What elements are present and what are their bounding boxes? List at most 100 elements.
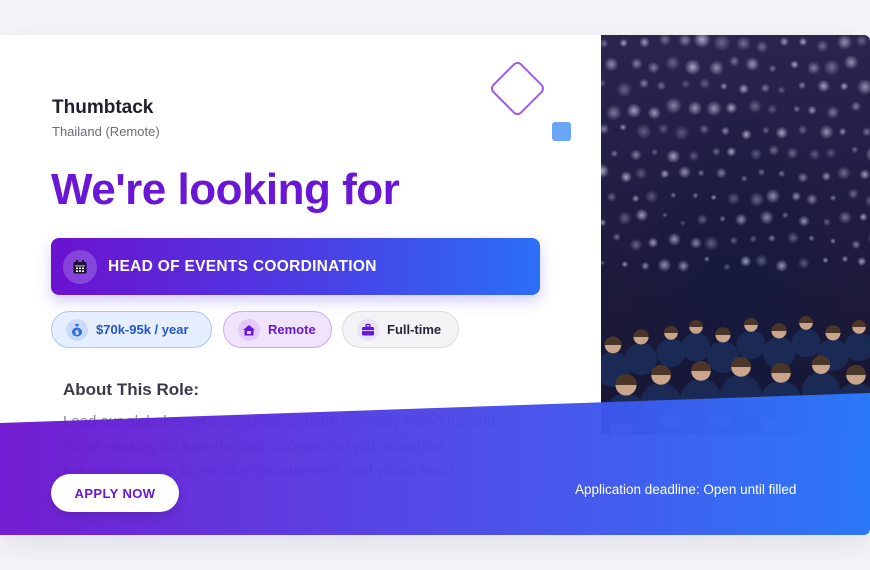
bokeh-light (692, 192, 699, 199)
bokeh-light (612, 232, 621, 242)
bokeh-light (838, 127, 847, 136)
bokeh-light (777, 85, 786, 95)
bokeh-light (638, 78, 650, 89)
bokeh-light (719, 215, 726, 223)
bokeh-light (768, 144, 780, 156)
bokeh-light (689, 236, 703, 250)
bokeh-light (798, 37, 808, 47)
remote-label: Remote (268, 322, 316, 337)
bokeh-light (619, 123, 627, 131)
bokeh-light (639, 36, 650, 48)
audience-hair (715, 327, 731, 335)
bokeh-light (711, 147, 721, 157)
bokeh-light (843, 54, 859, 70)
bokeh-light (678, 165, 692, 179)
bokeh-light (681, 79, 691, 89)
bokeh-light (768, 64, 777, 73)
bokeh-light (865, 147, 870, 162)
bokeh-light (710, 194, 717, 201)
bokeh-light (610, 149, 619, 158)
bokeh-light (699, 124, 710, 135)
bokeh-light (826, 105, 840, 119)
bokeh-light (619, 38, 629, 48)
bokeh-light (749, 191, 765, 207)
bokeh-light (712, 35, 731, 52)
bokeh-light (656, 80, 667, 91)
bokeh-light (703, 256, 710, 263)
apply-now-button[interactable]: APPLY NOW (51, 474, 179, 512)
audience-hair (851, 319, 867, 327)
audience-hair (743, 317, 759, 325)
bokeh-light (665, 55, 681, 71)
bokeh-light (658, 35, 672, 47)
bokeh-light (670, 192, 677, 199)
page-headline: We're looking for (51, 165, 400, 214)
bokeh-light (851, 146, 859, 154)
salary-label: $70k-95k / year (96, 322, 189, 337)
bokeh-light (749, 147, 762, 160)
bokeh-light (601, 38, 609, 49)
bokeh-light (825, 147, 837, 159)
bokeh-light (665, 97, 683, 115)
salary-tag: $ $70k-95k / year (51, 311, 212, 348)
employment-type-label: Full-time (387, 322, 442, 337)
role-banner: HEAD OF EVENTS COORDINATION (51, 238, 540, 295)
company-location: Thailand (Remote) (52, 124, 160, 139)
job-card: Thumbtack Thailand (Remote) We're lookin… (0, 35, 870, 535)
bokeh-light (726, 146, 737, 157)
bokeh-light (775, 126, 789, 140)
audience-hair (825, 325, 841, 333)
bokeh-light (838, 210, 852, 225)
audience-hair (604, 336, 622, 345)
bokeh-light (822, 257, 829, 264)
bokeh-light (688, 150, 700, 162)
svg-text:$: $ (75, 328, 80, 336)
bokeh-light (851, 239, 861, 250)
bokeh-light (858, 212, 868, 222)
bokeh-light (641, 261, 650, 271)
bokeh-light (808, 235, 815, 242)
bokeh-light (759, 210, 774, 225)
bokeh-light (765, 188, 781, 204)
about-heading: About This Role: (63, 380, 199, 399)
bokeh-light (861, 126, 870, 137)
bokeh-light (817, 79, 831, 93)
bokeh-light (736, 36, 751, 51)
bokeh-light (658, 123, 669, 135)
bokeh-light (726, 191, 741, 206)
bokeh-light (720, 82, 728, 91)
bokeh-light (629, 238, 643, 252)
bokeh-light (745, 56, 760, 72)
bokeh-light (740, 174, 748, 183)
bokeh-light (650, 148, 659, 156)
audience-body (656, 338, 686, 368)
bokeh-light (767, 104, 778, 115)
bokeh-light (761, 126, 770, 135)
bokeh-light (839, 82, 849, 91)
bokeh-light (699, 77, 711, 90)
bokeh-light (755, 254, 769, 268)
audience-hair (771, 323, 787, 331)
money-bag-icon: $ (66, 318, 88, 341)
bokeh-light (715, 167, 727, 179)
bokeh-light (739, 255, 752, 268)
audience-hair (633, 329, 649, 337)
bokeh-light (829, 194, 837, 202)
bokeh-light (841, 255, 849, 263)
bokeh-light (856, 78, 870, 96)
bokeh-light (798, 215, 810, 227)
bokeh-light (647, 106, 661, 120)
bokeh-light (781, 211, 789, 219)
bokeh-light (620, 171, 633, 183)
bokeh-light (855, 35, 869, 48)
bokeh-light (708, 60, 725, 76)
bokeh-light (723, 263, 731, 271)
bokeh-light (797, 172, 809, 183)
bokeh-light (728, 55, 740, 67)
bokeh-light (778, 170, 786, 178)
audience-hair (663, 325, 679, 333)
bokeh-light (767, 234, 776, 243)
audience-body (736, 330, 766, 360)
diamond-decoration (488, 59, 547, 118)
bokeh-light (703, 235, 719, 251)
